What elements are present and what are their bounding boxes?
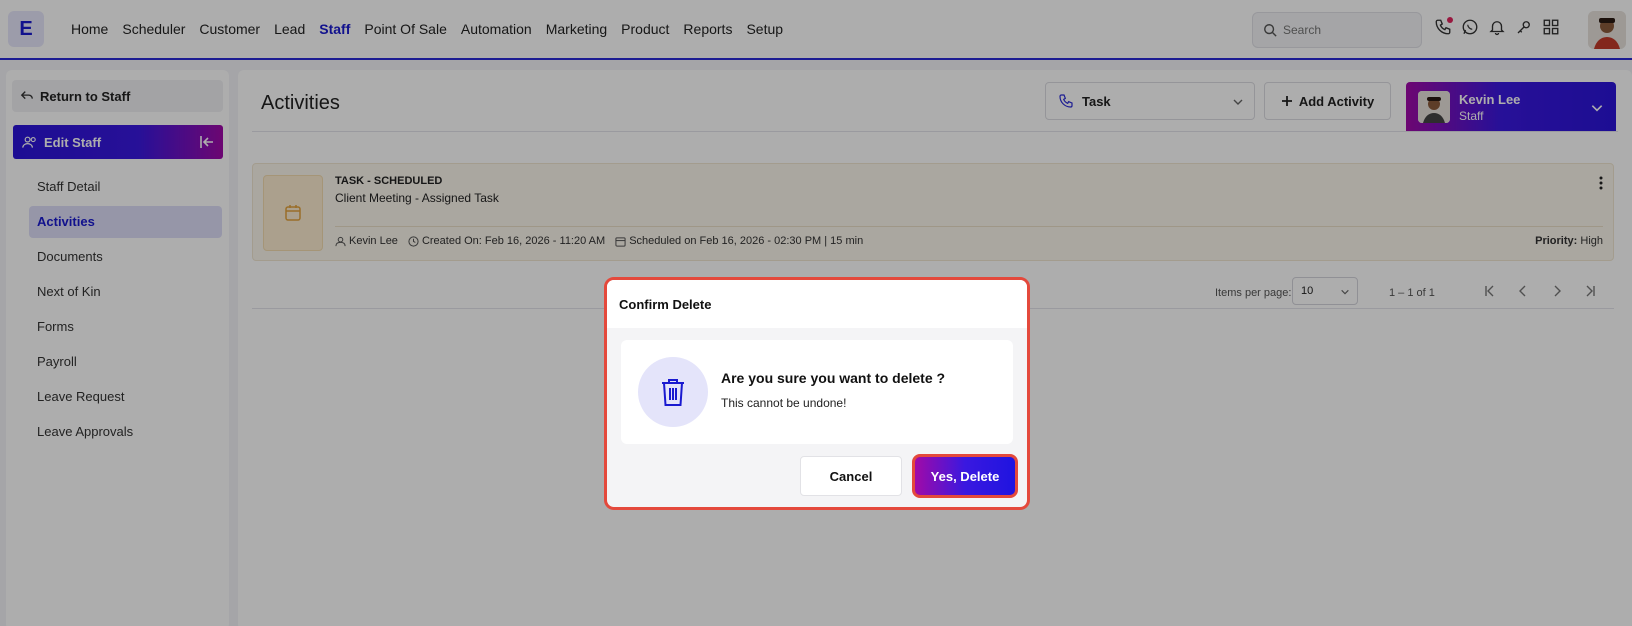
dialog-header: Confirm Delete	[607, 280, 1027, 328]
confirm-delete-button[interactable]: Yes, Delete	[912, 454, 1018, 498]
dialog-title: Confirm Delete	[619, 297, 712, 312]
trash-icon	[638, 357, 708, 427]
dialog-body: Are you sure you want to delete ? This c…	[621, 340, 1013, 444]
confirm-subtext: This cannot be undone!	[721, 396, 847, 410]
confirm-question: Are you sure you want to delete ?	[721, 370, 946, 386]
confirm-delete-dialog: Confirm Delete Are you sure you want to …	[604, 277, 1030, 510]
cancel-button[interactable]: Cancel	[800, 456, 902, 496]
